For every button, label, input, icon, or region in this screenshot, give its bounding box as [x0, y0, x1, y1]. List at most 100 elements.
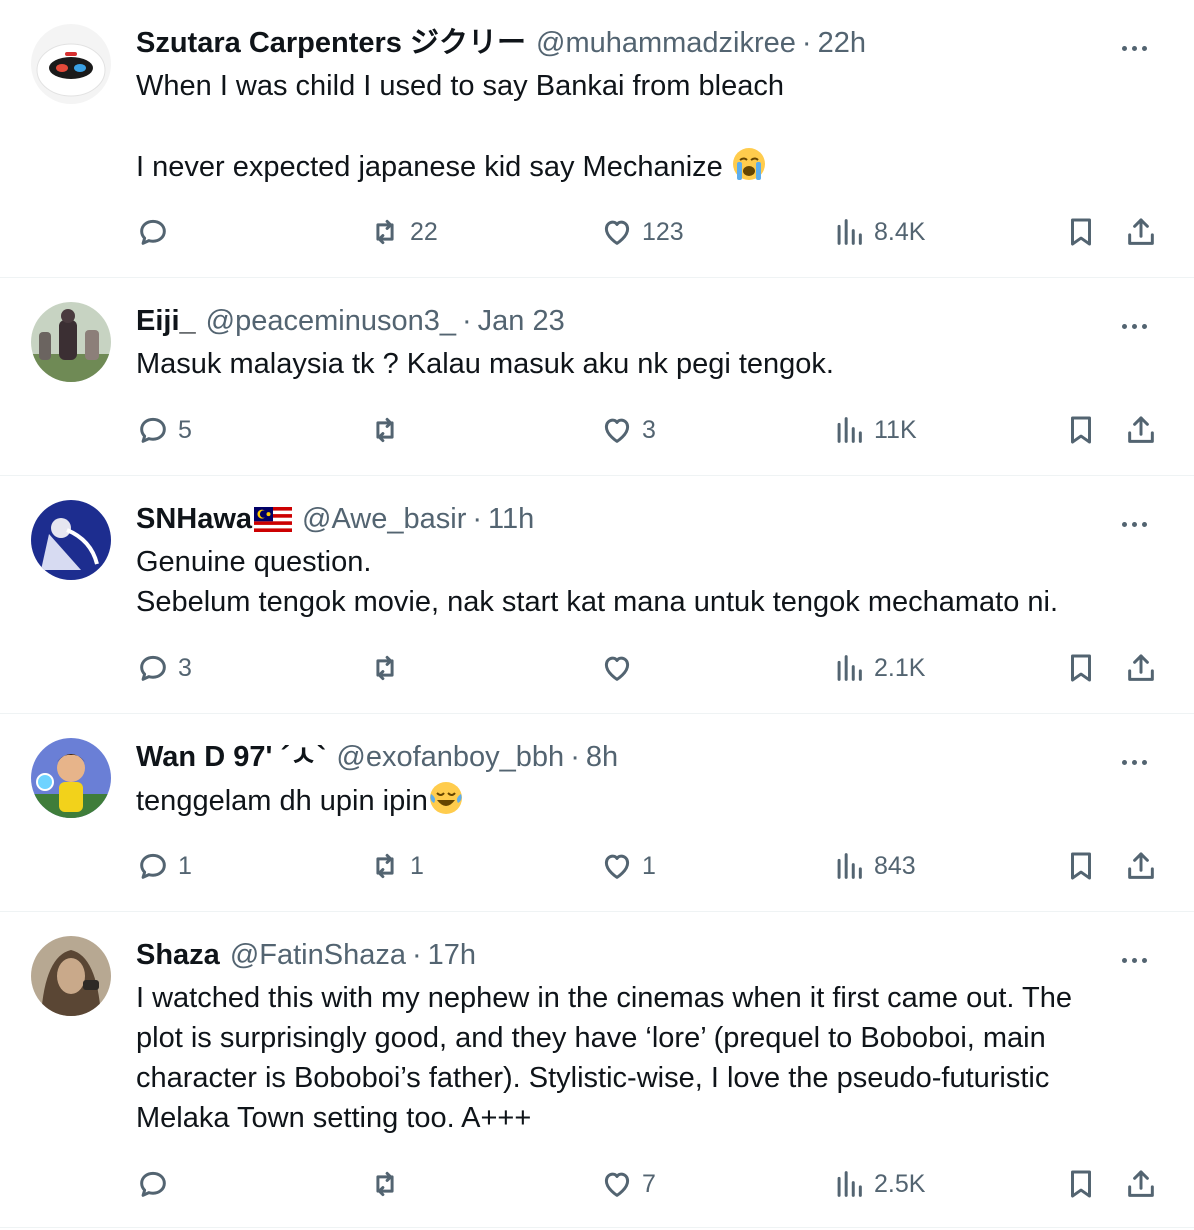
reply-count: 1: [178, 851, 192, 880]
display-name[interactable]: Szutara Carpenters ジクリー: [136, 22, 526, 64]
separator: ·: [570, 741, 580, 773]
retweet-button[interactable]: 22: [368, 212, 438, 252]
user-handle[interactable]: @exofanboy_bbh: [336, 736, 564, 778]
tweet[interactable]: Szutara Carpenters ジクリー @muhammadzikree …: [0, 0, 1194, 278]
timestamp[interactable]: 8h: [586, 736, 618, 778]
reply-button[interactable]: 5: [136, 410, 192, 450]
bookmark-button[interactable]: [1064, 410, 1098, 450]
separator: ·: [801, 27, 812, 59]
reply-icon: [140, 853, 166, 879]
views-icon: [837, 655, 862, 681]
more-options-icon[interactable]: [1114, 316, 1154, 336]
share-button[interactable]: [1124, 648, 1158, 688]
display-name[interactable]: Wan D 97' ´ㅅ`: [136, 736, 326, 778]
reply-icon: [140, 1171, 166, 1197]
bookmark-icon: [1071, 218, 1091, 246]
user-handle[interactable]: @muhammadzikree: [536, 22, 796, 64]
reply-button[interactable]: [136, 1164, 178, 1204]
share-button[interactable]: [1124, 410, 1158, 450]
views-icon: [837, 1171, 862, 1197]
reply-feed: Szutara Carpenters ジクリー @muhammadzikree …: [0, 0, 1194, 1228]
reply-button[interactable]: [136, 212, 178, 252]
user-handle[interactable]: @Awe_basir: [302, 498, 466, 540]
more-options-icon[interactable]: [1114, 752, 1154, 772]
bookmark-icon: [1071, 852, 1091, 880]
like-button[interactable]: 1: [600, 846, 656, 886]
like-button[interactable]: 3: [600, 410, 656, 450]
more-options-icon[interactable]: [1114, 950, 1154, 970]
avatar[interactable]: [31, 24, 111, 104]
avatar[interactable]: [31, 302, 111, 382]
retweet-button[interactable]: 1: [368, 846, 424, 886]
timestamp[interactable]: 11h: [488, 498, 534, 540]
like-button[interactable]: [600, 648, 642, 688]
tweet[interactable]: Shaza @FatinShaza · 17h I watched this w…: [0, 912, 1194, 1228]
anime-character-avatar-image: [31, 500, 111, 580]
retweet-icon: [376, 655, 394, 681]
malaysia-flag-icon: [254, 506, 293, 532]
tweet-line: Genuine question.: [136, 546, 372, 578]
bookmark-button[interactable]: [1064, 1164, 1098, 1204]
bookmark-button[interactable]: [1064, 846, 1098, 886]
cartoon-boy-avatar-image: [31, 738, 111, 818]
tweet-text: When I was child I used to say Bankai fr…: [136, 66, 1154, 187]
timestamp[interactable]: 17h: [428, 934, 476, 976]
separator: ·: [472, 503, 483, 535]
reply-button[interactable]: 3: [136, 648, 192, 688]
reply-icon: [140, 219, 166, 245]
tweet[interactable]: Eiji_ @peaceminuson3_ · Jan 23 Masuk mal…: [0, 278, 1194, 476]
display-name[interactable]: Eiji_: [136, 300, 196, 342]
timestamp[interactable]: 22h: [818, 22, 866, 64]
views-button[interactable]: 2.1K: [832, 648, 925, 688]
timestamp[interactable]: Jan 23: [478, 300, 565, 342]
bookmark-button[interactable]: [1064, 212, 1098, 252]
view-count: 843: [874, 851, 916, 880]
loudly-crying-face-icon: [732, 148, 765, 180]
views-button[interactable]: 2.5K: [832, 1164, 925, 1204]
like-button[interactable]: 123: [600, 212, 684, 252]
tweet[interactable]: Wan D 97' ´ㅅ` @exofanboy_bbh · 8h tengge…: [0, 714, 1194, 912]
like-button[interactable]: 7: [600, 1164, 656, 1204]
tweet[interactable]: SNHawa @Awe_basir · 11h Genuine question…: [0, 476, 1194, 714]
tweet-text: Genuine question. Sebelum tengok movie, …: [136, 542, 1154, 622]
heart-icon: [604, 1172, 630, 1197]
retweet-count: 1: [410, 851, 424, 880]
user-handle[interactable]: @peaceminuson3_: [206, 300, 456, 342]
retweet-button[interactable]: [368, 648, 410, 688]
avatar[interactable]: [31, 738, 111, 818]
like-count: 7: [642, 1169, 656, 1198]
more-options-icon[interactable]: [1114, 514, 1154, 534]
group-photo-avatar-image: [31, 302, 111, 382]
bookmark-icon: [1071, 416, 1091, 444]
retweet-button[interactable]: [368, 1164, 410, 1204]
share-icon: [1128, 218, 1154, 245]
reply-count: 5: [178, 415, 192, 444]
display-name[interactable]: Shaza: [136, 934, 220, 976]
share-button[interactable]: [1124, 212, 1158, 252]
heart-icon: [604, 656, 630, 681]
view-count: 11K: [874, 415, 917, 444]
bookmark-button[interactable]: [1064, 648, 1098, 688]
views-icon: [837, 417, 862, 443]
views-button[interactable]: 843: [832, 846, 916, 886]
portrait-avatar-image: [31, 936, 111, 1016]
reply-button[interactable]: 1: [136, 846, 192, 886]
more-options-icon[interactable]: [1114, 38, 1154, 58]
share-button[interactable]: [1124, 1164, 1158, 1204]
share-button[interactable]: [1124, 846, 1158, 886]
views-button[interactable]: 11K: [832, 410, 917, 450]
display-name[interactable]: SNHawa: [136, 498, 252, 540]
retweet-icon: [376, 219, 394, 245]
avatar[interactable]: [31, 936, 111, 1016]
action-bar: 3 2.1K: [136, 648, 1164, 688]
retweet-icon: [376, 417, 394, 443]
like-count: 123: [642, 217, 684, 246]
user-handle[interactable]: @FatinShaza: [230, 934, 406, 976]
tweet-line: I never expected japanese kid say Mechan…: [136, 151, 723, 183]
avatar[interactable]: [31, 500, 111, 580]
views-button[interactable]: 8.4K: [832, 212, 925, 252]
reply-icon: [140, 655, 166, 681]
retweet-count: 22: [410, 217, 438, 246]
retweet-icon: [376, 853, 394, 879]
retweet-button[interactable]: [368, 410, 410, 450]
